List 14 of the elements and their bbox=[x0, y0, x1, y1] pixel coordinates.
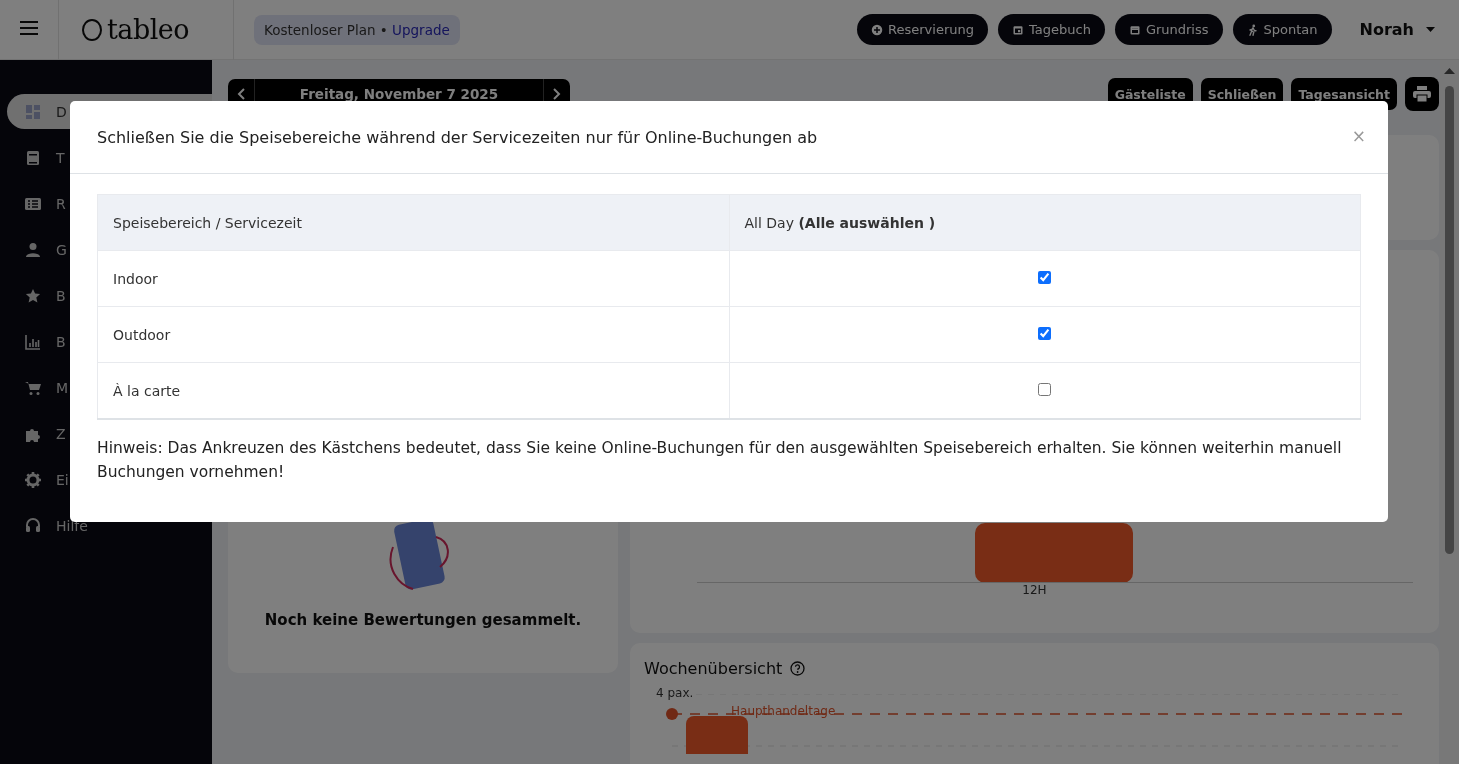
marker-label: Haupthandeltage bbox=[731, 704, 836, 718]
column-header: All Day (Alle auswählen ) bbox=[729, 194, 1361, 251]
empty-state-text: Noch keine Bewertungen gesammelt. bbox=[264, 611, 582, 629]
axis-label: 4 pax. bbox=[656, 686, 695, 700]
note-text: Hinweis: Das Ankreuzen des Kästchens bedeutet, dass Sie keine Online-Buchungen für den ausgewählten Speisebereich erhalten. Sie können weiterhin manuell Buchungen vornehmen! bbox=[97, 438, 1343, 483]
table-cell: À la carte bbox=[97, 362, 729, 419]
table-cell: Outdoor bbox=[97, 306, 729, 363]
column-header: Speisebereich / Servicezeit bbox=[97, 194, 729, 251]
axis-label: 12H bbox=[1022, 583, 1047, 597]
card-title: Wochenübersicht bbox=[644, 659, 783, 678]
modal-title: Schließen Sie die Speisebereiche während der Servicezeiten nur für Online-Buchungen ab bbox=[97, 128, 818, 147]
plan-badge: Kostenloser Plan • Upgrade bbox=[254, 14, 460, 45]
logo-text: tableo bbox=[107, 14, 190, 45]
table-cell: Indoor bbox=[97, 250, 729, 307]
